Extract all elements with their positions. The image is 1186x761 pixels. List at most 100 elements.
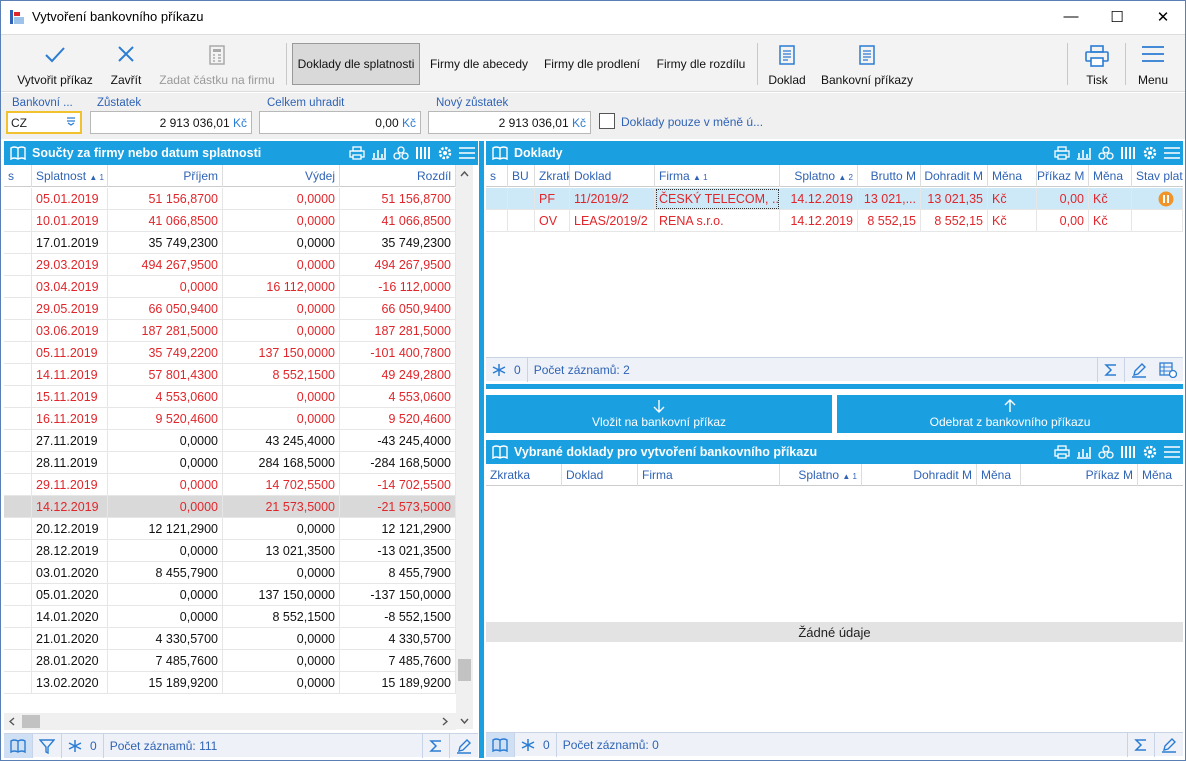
printer-icon[interactable] (1051, 141, 1073, 165)
menu-icon[interactable] (1161, 440, 1183, 464)
table-row[interactable]: 28.12.2019 0,0000 13 021,3500 -13 021,3500 (4, 540, 456, 562)
totals-horizontal-scrollbar[interactable] (4, 713, 456, 730)
by-alphabet-button[interactable]: Firmy dle abecedy (426, 35, 532, 93)
printer-icon[interactable] (346, 141, 368, 165)
gear-icon[interactable] (1139, 141, 1161, 165)
col-firm[interactable]: Firma ▲ 1 (655, 165, 780, 187)
table-row[interactable]: 15.11.2019 4 553,0600 0,0000 4 553,0600 (4, 386, 456, 408)
col-order-currency[interactable]: Měna (1089, 165, 1132, 187)
by-difference-button[interactable]: Firmy dle rozdílu (652, 35, 750, 93)
col-document[interactable]: Doklad (570, 165, 655, 187)
col-gross[interactable]: Brutto M (858, 165, 921, 187)
vertical-splitter[interactable] (479, 141, 484, 758)
col-remaining[interactable]: Dohradit M (862, 464, 977, 486)
document-button[interactable]: Doklad (764, 35, 810, 93)
table-row[interactable]: 29.03.2019 494 267,9500 0,0000 494 267,9500 (4, 254, 456, 276)
col-currency[interactable]: Měna (988, 165, 1037, 187)
edit-icon[interactable] (1125, 358, 1153, 382)
edit-icon[interactable] (1155, 733, 1183, 757)
col-order-amount[interactable]: Příkaz M (1021, 464, 1138, 486)
insert-to-order-button[interactable]: Vložit na bankovní příkaz (486, 395, 832, 433)
table-row[interactable]: 03.04.2019 0,0000 16 112,0000 -16 112,0000 (4, 276, 456, 298)
col-income[interactable]: Příjem (108, 165, 223, 187)
col-firm[interactable]: Firma (638, 464, 780, 486)
cluster-icon[interactable] (1095, 141, 1117, 165)
edit-icon[interactable] (450, 734, 478, 758)
chart-icon[interactable] (1073, 141, 1095, 165)
bank-account-combo[interactable]: CZ (6, 111, 82, 134)
table-row[interactable]: 13.02.2020 15 189,9200 0,0000 15 189,9200 (4, 672, 456, 694)
by-overdue-button[interactable]: Firmy dle prodlení (539, 35, 645, 93)
col-due-date[interactable]: Splatnost ▲ 1 (32, 165, 108, 187)
col-abbr[interactable]: Zkratka (486, 464, 562, 486)
sum-icon[interactable] (422, 733, 450, 758)
maximize-button[interactable]: ☐ (1094, 1, 1140, 32)
columns-icon[interactable] (412, 141, 434, 165)
table-row[interactable]: 29.11.2019 0,0000 14 702,5500 -14 702,5500 (4, 474, 456, 496)
table-row[interactable]: 14.01.2020 0,0000 8 552,1500 -8 552,1500 (4, 606, 456, 628)
table-row[interactable]: 05.01.2020 0,0000 137 150,0000 -137 150,000… (4, 584, 456, 606)
table-row[interactable]: 14.11.2019 57 801,4300 8 552,1500 49 249,28… (4, 364, 456, 386)
col-currency[interactable]: Měna (977, 464, 1021, 486)
table-row[interactable]: PF 11/2019/2 ČESKÝ TELECOM, ... 14.12.2019 1… (486, 188, 1183, 210)
create-order-button[interactable]: Vytvořit příkaz (9, 35, 101, 93)
col-s[interactable]: s (4, 165, 32, 187)
snowflake-icon[interactable] (515, 733, 537, 757)
print-button[interactable]: Tisk (1075, 35, 1119, 93)
col-order-amount[interactable]: Příkaz M (1037, 165, 1089, 187)
table-row[interactable]: 27.11.2019 0,0000 43 245,4000 -43 245,4000 (4, 430, 456, 452)
menu-button[interactable]: Menu (1131, 35, 1175, 93)
menu-icon[interactable] (456, 141, 478, 165)
col-abbr[interactable]: Zkratk (535, 165, 570, 187)
table-row[interactable]: 05.01.2019 51 156,8700 0,0000 51 156,8700 (4, 188, 456, 210)
col-due[interactable]: Splatno ▲ 2 (780, 165, 858, 187)
chart-icon[interactable] (1073, 440, 1095, 464)
remove-from-order-button[interactable]: Odebrat z bankovního příkazu (837, 395, 1183, 433)
col-order-currency[interactable]: Měna (1138, 464, 1183, 486)
col-expense[interactable]: Výdej (223, 165, 340, 187)
table-row[interactable]: 05.11.2019 35 749,2200 137 150,0000 -101 40… (4, 342, 456, 364)
book-icon[interactable] (4, 733, 33, 758)
gear-icon[interactable] (434, 141, 456, 165)
totals-vertical-scrollbar[interactable] (456, 165, 473, 729)
col-due[interactable]: Splatno ▲ 1 (780, 464, 862, 486)
table-row[interactable]: 28.11.2019 0,0000 284 168,5000 -284 168,500… (4, 452, 456, 474)
col-s[interactable]: s (486, 165, 508, 187)
col-payment-state[interactable]: Stav plat (1132, 165, 1183, 187)
table-row[interactable]: 03.01.2020 8 455,7900 0,0000 8 455,7900 (4, 562, 456, 584)
cluster-icon[interactable] (390, 141, 412, 165)
filter-icon[interactable] (33, 733, 62, 758)
table-row[interactable]: 16.11.2019 9 520,4600 0,0000 9 520,4600 (4, 408, 456, 430)
close-window-button[interactable]: ✕ (1140, 1, 1186, 32)
only-currency-checkbox[interactable] (599, 113, 615, 129)
table-row[interactable]: 14.12.2019 0,0000 21 573,5000 -21 573,5000 (4, 496, 456, 518)
col-remaining[interactable]: Dohradit M (921, 165, 988, 187)
minimize-button[interactable]: — (1048, 1, 1094, 32)
printer-icon[interactable] (1051, 440, 1073, 464)
only-currency-label[interactable]: Doklady pouze v měně ú... (621, 115, 763, 129)
snowflake-icon[interactable] (486, 358, 508, 382)
table-edit-icon[interactable] (1153, 358, 1183, 382)
table-row[interactable]: 10.01.2019 41 066,8500 0,0000 41 066,8500 (4, 210, 456, 232)
sum-icon[interactable] (1127, 732, 1155, 757)
by-due-date-button[interactable]: Doklady dle splatnosti (292, 43, 420, 85)
gear-icon[interactable] (1139, 440, 1161, 464)
hscroll-thumb[interactable] (22, 715, 40, 728)
snowflake-icon[interactable] (62, 734, 84, 758)
sum-icon[interactable] (1097, 357, 1125, 382)
chart-icon[interactable] (368, 141, 390, 165)
table-row[interactable]: OV LEAS/2019/2 RENA s.r.o. 14.12.2019 8 552,… (486, 210, 1183, 232)
table-row[interactable]: 28.01.2020 7 485,7600 0,0000 7 485,7600 (4, 650, 456, 672)
table-row[interactable]: 20.12.2019 12 121,2900 0,0000 12 121,2900 (4, 518, 456, 540)
horizontal-splitter[interactable] (486, 384, 1183, 389)
menu-icon[interactable] (1161, 141, 1183, 165)
table-row[interactable]: 17.01.2019 35 749,2300 0,0000 35 749,2300 (4, 232, 456, 254)
table-row[interactable]: 03.06.2019 187 281,5000 0,0000 187 281,5000 (4, 320, 456, 342)
col-difference[interactable]: Rozdíl (340, 165, 456, 187)
columns-icon[interactable] (1117, 141, 1139, 165)
col-document[interactable]: Doklad (562, 464, 638, 486)
columns-icon[interactable] (1117, 440, 1139, 464)
table-row[interactable]: 29.05.2019 66 050,9400 0,0000 66 050,9400 (4, 298, 456, 320)
enter-amount-button[interactable]: Zadat částku na firmu (155, 35, 279, 93)
bank-orders-button[interactable]: Bankovní příkazy (819, 35, 915, 93)
